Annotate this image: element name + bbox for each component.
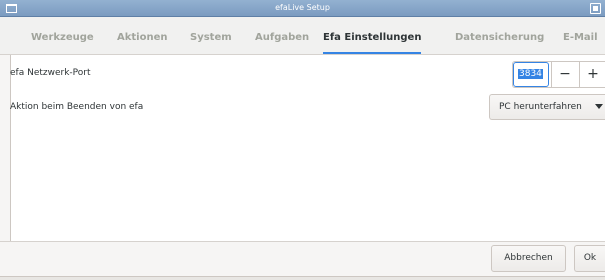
footer-separator bbox=[0, 241, 605, 242]
tab-efa-einstellungen[interactable]: Efa Einstellungen bbox=[323, 17, 422, 55]
ok-button[interactable]: Ok bbox=[574, 245, 605, 272]
title-bar: efaLive Setup bbox=[0, 0, 605, 17]
tab-email[interactable]: E-Mail bbox=[563, 17, 598, 55]
tab-bar: Werkzeuge Aktionen System Aufgaben Efa E… bbox=[0, 17, 605, 55]
cancel-button[interactable]: Abbrechen bbox=[491, 245, 566, 272]
tab-aktionen[interactable]: Aktionen bbox=[117, 17, 168, 55]
exit-action-dropdown[interactable]: PC herunterfahren bbox=[489, 94, 605, 120]
exit-action-label: Aktion beim Beenden von efa bbox=[10, 102, 144, 112]
tab-werkzeuge[interactable]: Werkzeuge bbox=[31, 17, 94, 55]
network-port-input[interactable]: 3834 bbox=[513, 62, 549, 87]
decrement-button[interactable]: − bbox=[551, 62, 578, 87]
status-bar bbox=[0, 276, 605, 280]
network-port-value: 3834 bbox=[518, 69, 543, 79]
increment-button[interactable]: + bbox=[579, 62, 605, 87]
window-title: efaLive Setup bbox=[275, 3, 330, 12]
tab-aufgaben[interactable]: Aufgaben bbox=[255, 17, 309, 55]
network-port-spinbutton: 3834 − + bbox=[512, 61, 605, 88]
exit-action-value: PC herunterfahren bbox=[499, 102, 582, 112]
network-port-label: efa Netzwerk-Port bbox=[10, 68, 91, 78]
tab-system[interactable]: System bbox=[190, 17, 232, 55]
tab-datensicherung[interactable]: Datensicherung bbox=[455, 17, 544, 55]
dropdown-arrow-icon bbox=[595, 104, 603, 109]
close-window-button[interactable] bbox=[590, 3, 601, 14]
